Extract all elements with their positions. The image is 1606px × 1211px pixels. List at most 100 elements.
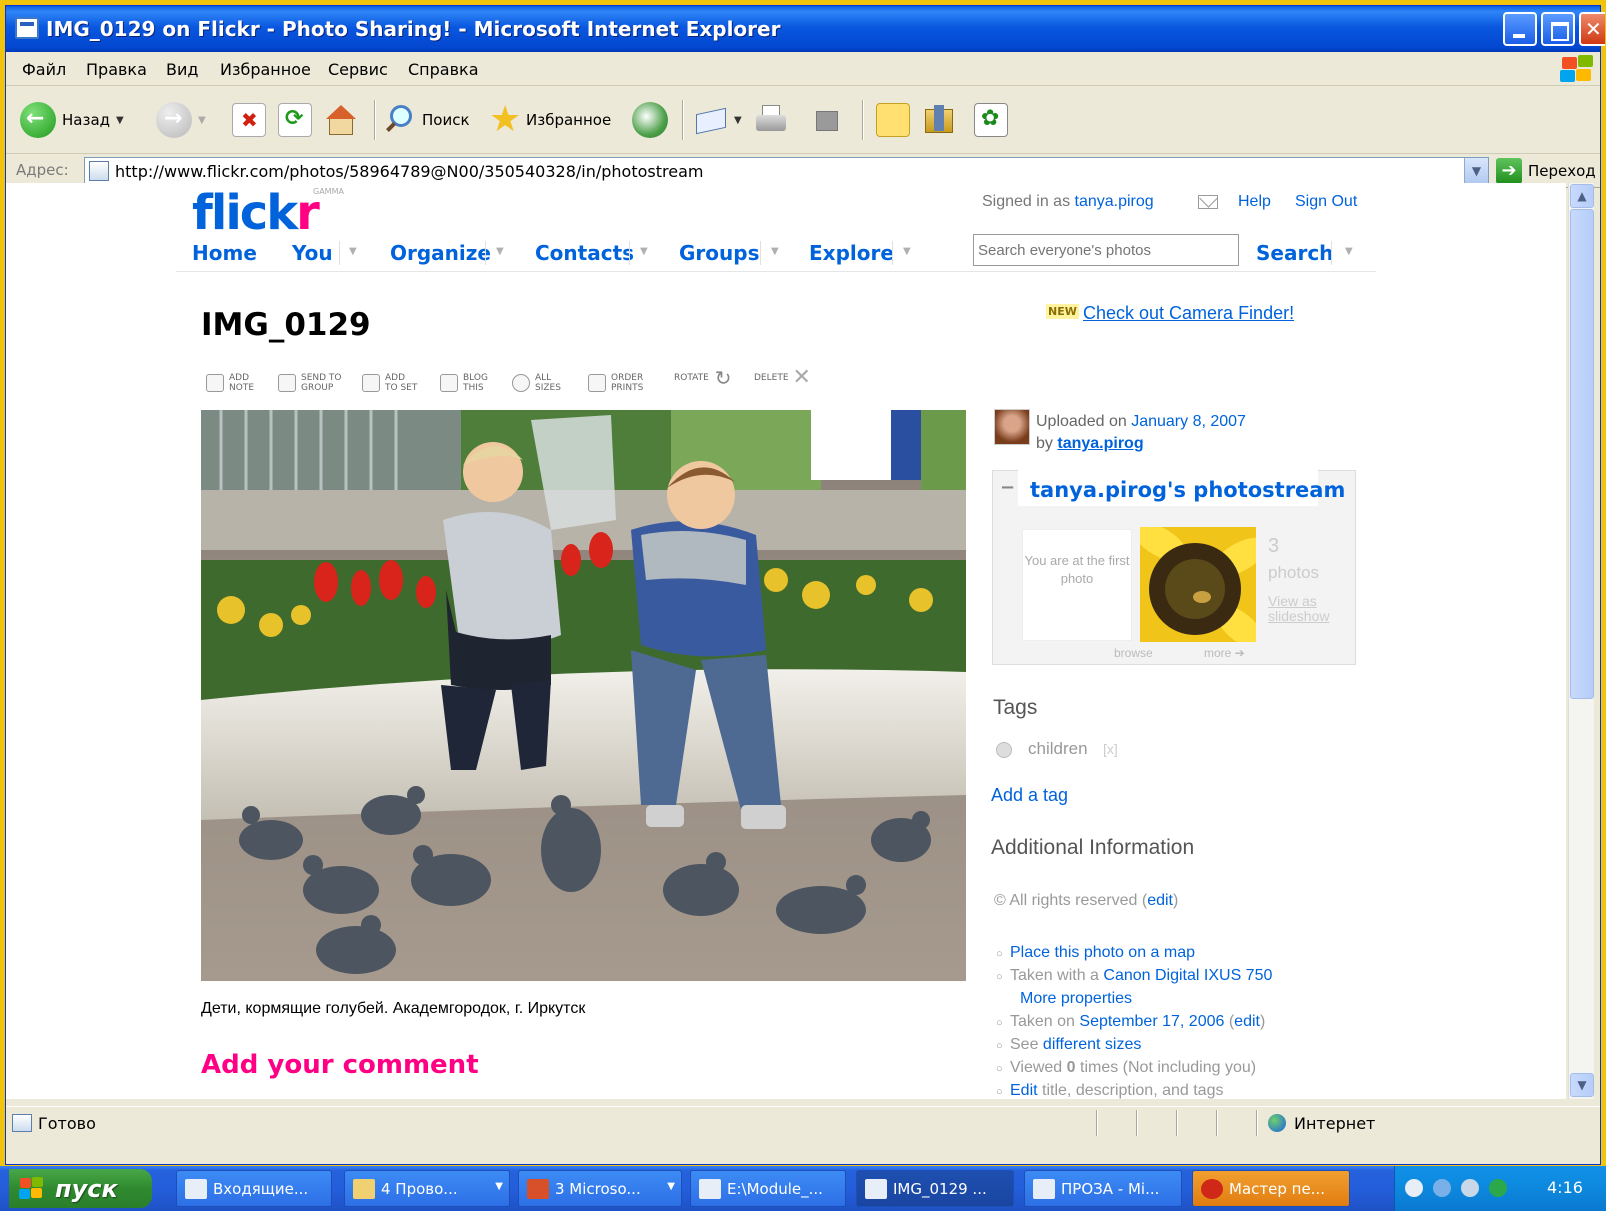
back-button[interactable]: ← Назад ▼ — [20, 98, 124, 142]
uploader-link[interactable]: tanya.pirog — [1057, 435, 1143, 452]
go-button[interactable]: ➔ Переход — [1496, 157, 1596, 185]
chevron-down-icon[interactable]: ▼ — [496, 246, 504, 257]
collapse-icon[interactable]: − — [1000, 477, 1015, 498]
edit-details-link[interactable]: Edit — [1010, 1082, 1038, 1099]
signed-in-user-link[interactable]: tanya.pirog — [1075, 193, 1154, 210]
chevron-down-icon[interactable]: ▼ — [349, 246, 357, 257]
delete-button[interactable]: DELETE ✕ — [754, 367, 811, 389]
scroll-thumb[interactable] — [1570, 209, 1594, 699]
title-bar[interactable]: IMG_0129 on Flickr - Photo Sharing! - Mi… — [6, 6, 1605, 52]
task-explorer[interactable]: 4 Прово... ▼ — [344, 1170, 510, 1207]
add-comment-heading[interactable]: Add your comment — [201, 1050, 479, 1080]
chevron-down-icon[interactable]: ▼ — [1345, 246, 1353, 257]
minimize-button[interactable] — [1503, 12, 1537, 46]
scroll-up-button[interactable]: ▲ — [1570, 184, 1594, 208]
search-button[interactable]: Поиск — [384, 98, 470, 142]
nav-explore[interactable]: Explore — [809, 241, 894, 265]
home-button[interactable] — [324, 98, 358, 142]
menu-favorites[interactable]: Избранное — [220, 60, 311, 79]
nav-groups[interactable]: Groups — [679, 241, 759, 265]
chevron-down-icon[interactable]: ▼ — [198, 115, 206, 126]
chevron-down-icon[interactable]: ▼ — [734, 115, 742, 126]
more-link[interactable]: more ➔ — [1204, 646, 1245, 660]
avatar[interactable] — [994, 409, 1030, 445]
mail-button[interactable]: ▼ — [694, 98, 742, 142]
menu-tools[interactable]: Сервис — [328, 60, 388, 79]
clock[interactable]: 4:16 — [1547, 1178, 1583, 1197]
flickr-logo[interactable]: flickr — [192, 185, 320, 241]
forward-button[interactable]: → ▼ — [156, 98, 206, 142]
close-button[interactable] — [1579, 12, 1605, 46]
blog-this-button[interactable]: BLOG THIS — [440, 373, 488, 393]
mail-icon[interactable] — [1198, 195, 1218, 209]
tag-link[interactable]: children — [1028, 739, 1088, 759]
taken-on-date-link[interactable]: September 17, 2006 — [1079, 1013, 1224, 1030]
refresh-button[interactable]: ⟳ — [278, 98, 312, 142]
chevron-down-icon[interactable]: ▼ — [640, 246, 648, 257]
add-to-set-button[interactable]: ADD TO SET — [362, 373, 417, 393]
tray-antivirus-icon[interactable] — [1489, 1179, 1507, 1197]
tray-volume-icon[interactable] — [1461, 1179, 1479, 1197]
scroll-down-button[interactable]: ▼ — [1570, 1073, 1594, 1097]
sign-out-link[interactable]: Sign Out — [1295, 193, 1357, 211]
history-button[interactable] — [632, 98, 668, 142]
all-sizes-button[interactable]: ALL SIZES — [512, 373, 561, 393]
chevron-down-icon[interactable]: ▼ — [771, 246, 779, 257]
tray-arrow-icon[interactable] — [1405, 1179, 1423, 1197]
search-button[interactable]: Search — [1256, 241, 1333, 265]
task-proza[interactable]: ПРОЗА - Mi... — [1024, 1170, 1182, 1207]
chevron-down-icon[interactable]: ▼ — [903, 246, 911, 257]
rotate-button[interactable]: ROTATE ↻ — [674, 368, 732, 388]
task-inbox[interactable]: Входящие... — [176, 1170, 332, 1207]
different-sizes-link[interactable]: different sizes — [1043, 1036, 1141, 1053]
add-note-button[interactable]: ADD NOTE — [206, 373, 254, 393]
task-flickr-ie[interactable]: IMG_0129 ... — [856, 1170, 1014, 1207]
photo-count: 3 — [1268, 535, 1280, 557]
nav-home[interactable]: Home — [192, 241, 257, 265]
main-photo[interactable] — [201, 410, 966, 981]
next-photo-thumbnail[interactable] — [1140, 527, 1256, 642]
task-office[interactable]: 3 Microso... ▼ — [518, 1170, 682, 1207]
tray-network-icon[interactable] — [1433, 1179, 1451, 1197]
nav-you[interactable]: You — [292, 241, 333, 265]
system-tray: 4:16 — [1394, 1166, 1606, 1211]
stop-button[interactable]: ✖ — [232, 98, 266, 142]
menu-file[interactable]: Файл — [22, 60, 66, 79]
photostream-title[interactable]: tanya.pirog's photostream — [1030, 478, 1345, 502]
task-master[interactable]: Мастер пе... — [1192, 1170, 1350, 1207]
add-tag-link[interactable]: Add a tag — [991, 785, 1068, 806]
print-button[interactable] — [754, 98, 788, 142]
nav-organize[interactable]: Organize — [390, 241, 491, 265]
help-link[interactable]: Help — [1238, 193, 1271, 211]
vertical-scrollbar[interactable]: ▲ ▼ — [1568, 183, 1594, 1099]
chevron-down-icon[interactable]: ▼ — [116, 115, 124, 126]
menu-edit[interactable]: Правка — [86, 60, 147, 79]
nav-contacts[interactable]: Contacts — [535, 241, 634, 265]
start-button[interactable]: пуск — [9, 1169, 152, 1208]
chevron-down-icon[interactable]: ▼ — [1464, 158, 1488, 184]
search-input[interactable] — [973, 234, 1239, 266]
task-module[interactable]: E:\Module_... — [690, 1170, 846, 1207]
more-properties-link[interactable]: More properties — [1020, 990, 1132, 1007]
taken-on-edit-link[interactable]: edit — [1234, 1013, 1260, 1030]
messenger-button[interactable]: ✿ — [974, 98, 1008, 142]
upload-date-link[interactable]: January 8, 2007 — [1131, 413, 1246, 430]
remove-tag-button[interactable]: [x] — [1103, 741, 1118, 757]
map-link[interactable]: Place this photo on a map — [1010, 944, 1195, 961]
address-url[interactable]: http://www.flickr.com/photos/58964789@N0… — [115, 162, 703, 181]
camera-link[interactable]: Canon Digital IXUS 750 — [1103, 967, 1272, 984]
rights-edit-link[interactable]: edit — [1147, 892, 1173, 909]
camera-finder-link[interactable]: Check out Camera Finder! — [1083, 303, 1294, 324]
menu-help[interactable]: Справка — [408, 60, 479, 79]
order-prints-button[interactable]: ORDER PRINTS — [588, 373, 643, 393]
address-input[interactable]: http://www.flickr.com/photos/58964789@N0… — [84, 157, 1489, 185]
browse-link[interactable]: browse — [1114, 646, 1153, 660]
favorites-button[interactable]: ★ Избранное — [488, 98, 611, 142]
edit-button[interactable] — [810, 98, 844, 142]
menu-view[interactable]: Вид — [166, 60, 198, 79]
notes-button[interactable] — [876, 98, 910, 142]
send-to-group-button[interactable]: SEND TO GROUP — [278, 373, 342, 393]
slideshow-link[interactable]: View as slideshow — [1268, 594, 1329, 624]
restore-button[interactable] — [1541, 12, 1575, 46]
research-button[interactable] — [922, 98, 956, 142]
